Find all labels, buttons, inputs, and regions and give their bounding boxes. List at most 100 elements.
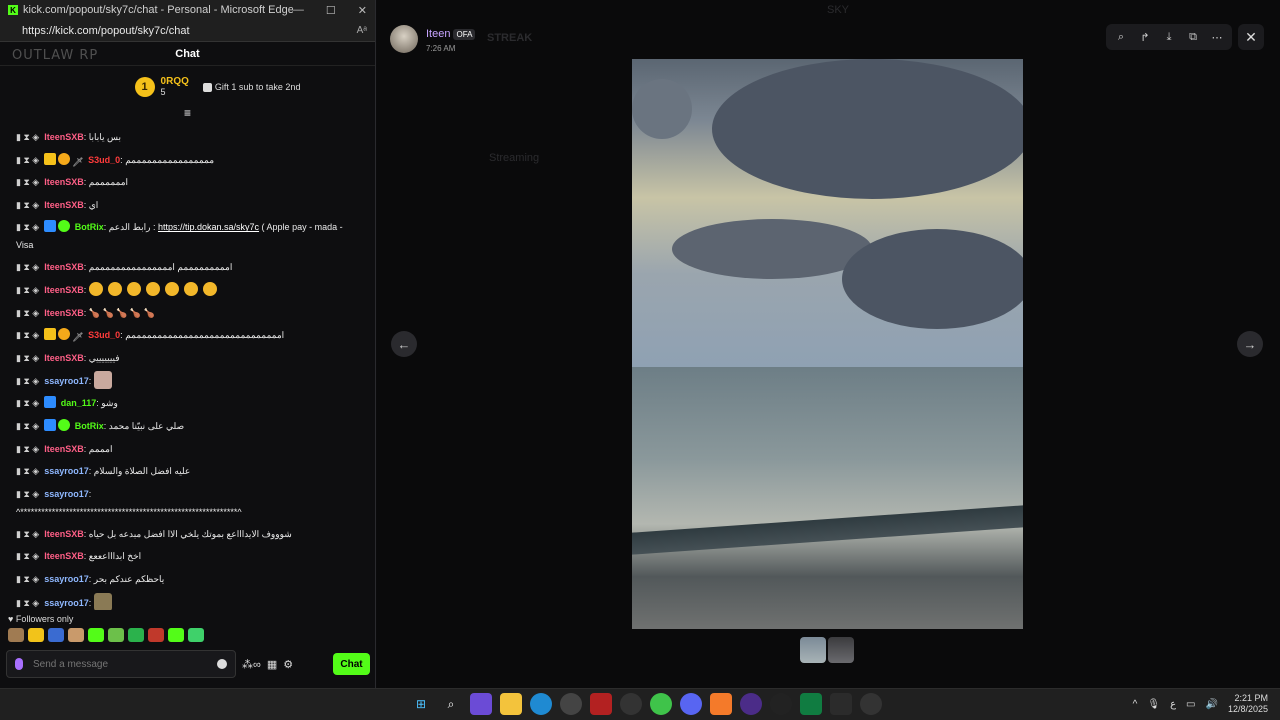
- post-time: 7:26 AM: [426, 44, 456, 53]
- app-icon[interactable]: [710, 693, 732, 715]
- send-message-input[interactable]: [33, 658, 207, 670]
- message-username[interactable]: IteenSXB: [44, 529, 84, 539]
- message-username[interactable]: S3ud_0: [88, 330, 120, 340]
- prev-image-button[interactable]: ←: [391, 331, 417, 357]
- message-username[interactable]: IteenSXB: [44, 285, 84, 295]
- emote-button[interactable]: [68, 628, 84, 642]
- search-icon[interactable]: ⌕: [440, 693, 462, 715]
- message-username[interactable]: dan_117: [61, 398, 97, 408]
- pinned-expand-toggle[interactable]: ≡: [0, 107, 375, 122]
- message-username[interactable]: IteenSXB: [44, 444, 84, 454]
- zoom-icon[interactable]: ⌕: [1112, 28, 1130, 46]
- emote-button[interactable]: [188, 628, 204, 642]
- discord-window-title: SKY: [827, 4, 850, 16]
- emoji-picker-icon[interactable]: [217, 659, 227, 669]
- photo-cloud: [842, 229, 1023, 329]
- message-username[interactable]: IteenSXB: [44, 200, 84, 210]
- message-text: شوووف الايداااعع بموتك يلخي الاا افضل مب…: [88, 528, 292, 539]
- message-username[interactable]: S3ud_0: [88, 155, 120, 165]
- chat-send-button[interactable]: Chat: [333, 653, 370, 675]
- app-icon[interactable]: [590, 693, 612, 715]
- viewer-photo[interactable]: [632, 59, 1023, 629]
- tray-overflow-icon[interactable]: ^: [1133, 699, 1138, 710]
- message-username[interactable]: IteenSXB: [44, 132, 84, 142]
- download-icon[interactable]: ⤓: [1160, 28, 1178, 46]
- emote-button[interactable]: [108, 628, 124, 642]
- message-username[interactable]: IteenSXB: [44, 177, 84, 187]
- address-bar[interactable]: https://kick.com/popout/sky7c/chat A͏ᵃ: [0, 20, 375, 42]
- next-image-button[interactable]: →: [1237, 331, 1263, 357]
- emote-button[interactable]: [148, 628, 164, 642]
- url-text[interactable]: https://kick.com/popout/sky7c/chat: [8, 25, 357, 37]
- message-username[interactable]: IteenSXB: [44, 353, 84, 363]
- viewer-close-button[interactable]: ✕: [1238, 24, 1264, 50]
- thumbnail-2[interactable]: [828, 637, 854, 663]
- chat-message-list[interactable]: ▮ ⧗ ◈ IteenSXB: بس يابابا ▮ ⧗ ◈ 🗡 S3ud_0: …: [0, 126, 370, 610]
- gift-sub-button[interactable]: Gift 1 sub to take 2nd: [202, 82, 300, 92]
- gifter-name[interactable]: 0RQQ: [161, 76, 189, 87]
- emote-button[interactable]: [168, 628, 184, 642]
- message-link[interactable]: https://tip.dokan.sa/sky7c: [158, 222, 259, 232]
- close-button[interactable]: ✕: [358, 4, 367, 17]
- message-username[interactable]: ssayroo17: [44, 376, 89, 386]
- forward-icon[interactable]: ↱: [1136, 28, 1154, 46]
- minimize-button[interactable]: —: [293, 4, 304, 17]
- read-aloud-icon[interactable]: A͏ᵃ: [357, 25, 367, 36]
- top-gifter-bar[interactable]: 1 0RQQ 5 Gift 1 sub to take 2nd: [0, 66, 375, 108]
- sword-icon: 🗡: [72, 156, 84, 167]
- file-explorer-icon[interactable]: [500, 693, 522, 715]
- mic-icon[interactable]: [15, 658, 23, 670]
- open-external-icon[interactable]: ⧉: [1184, 28, 1202, 46]
- app-icon[interactable]: [770, 693, 792, 715]
- app-icon[interactable]: [620, 693, 642, 715]
- chat-message: ▮ ⧗ ◈ IteenSXB: اي: [0, 194, 370, 217]
- discord-icon[interactable]: [680, 693, 702, 715]
- poster-name[interactable]: Iteen: [426, 28, 450, 40]
- message-username[interactable]: BotRix: [75, 421, 104, 431]
- excel-icon[interactable]: [800, 693, 822, 715]
- message-username[interactable]: ssayroo17: [44, 489, 89, 499]
- more-options-icon[interactable]: ⋯: [1208, 28, 1226, 46]
- poster-avatar[interactable]: [390, 24, 418, 53]
- emote-button[interactable]: [8, 628, 24, 642]
- points-icon[interactable]: ⁂∞: [242, 658, 261, 671]
- emote-button[interactable]: [48, 628, 64, 642]
- maximize-button[interactable]: ☐: [326, 4, 336, 17]
- message-badges: ▮ ⧗ ◈: [16, 154, 40, 165]
- settings-gear-icon[interactable]: ⚙: [283, 658, 293, 671]
- message-badges: ▮ ⧗ ◈: [16, 376, 40, 387]
- copilot-icon[interactable]: [470, 693, 492, 715]
- thumbnail-1[interactable]: [800, 637, 826, 663]
- network-icon[interactable]: ▭: [1186, 699, 1195, 710]
- app-icon[interactable]: [830, 693, 852, 715]
- message-badges: ▮ ⧗ ◈: [16, 420, 40, 431]
- app-icon[interactable]: [740, 693, 762, 715]
- discord-streaming-label: Streaming: [489, 152, 540, 164]
- photo-cloud: [672, 219, 872, 279]
- emote-button[interactable]: [28, 628, 44, 642]
- message-username[interactable]: ssayroo17: [44, 598, 89, 608]
- taskbar-clock[interactable]: 2:21 PM 12/8/2025: [1228, 693, 1268, 715]
- chat-input-box[interactable]: [6, 650, 236, 678]
- message-username[interactable]: IteenSXB: [44, 551, 84, 561]
- emote-button[interactable]: [128, 628, 144, 642]
- message-username[interactable]: BotRix: [75, 222, 104, 232]
- microphone-icon[interactable]: 🎙: [1147, 699, 1160, 710]
- emote-button[interactable]: [88, 628, 104, 642]
- emote-icon: [107, 281, 122, 296]
- message-username[interactable]: ssayroo17: [44, 466, 89, 476]
- viewer-author[interactable]: Iteen OFA 7:26 AM: [390, 24, 476, 53]
- app-icon[interactable]: [560, 693, 582, 715]
- start-icon[interactable]: ⊞: [410, 693, 432, 715]
- app-icon[interactable]: [860, 693, 882, 715]
- message-text: اممممممم: [88, 177, 129, 188]
- volume-icon[interactable]: 🔊: [1206, 699, 1218, 710]
- edge-icon[interactable]: [530, 693, 552, 715]
- app-icon[interactable]: [650, 693, 672, 715]
- input-language[interactable]: ع: [1170, 699, 1176, 710]
- message-badges: ▮ ⧗ ◈: [16, 528, 40, 539]
- message-username[interactable]: IteenSXB: [44, 308, 84, 318]
- message-username[interactable]: ssayroo17: [44, 574, 89, 584]
- message-username[interactable]: IteenSXB: [44, 262, 84, 272]
- store-icon[interactable]: ▦: [267, 658, 277, 671]
